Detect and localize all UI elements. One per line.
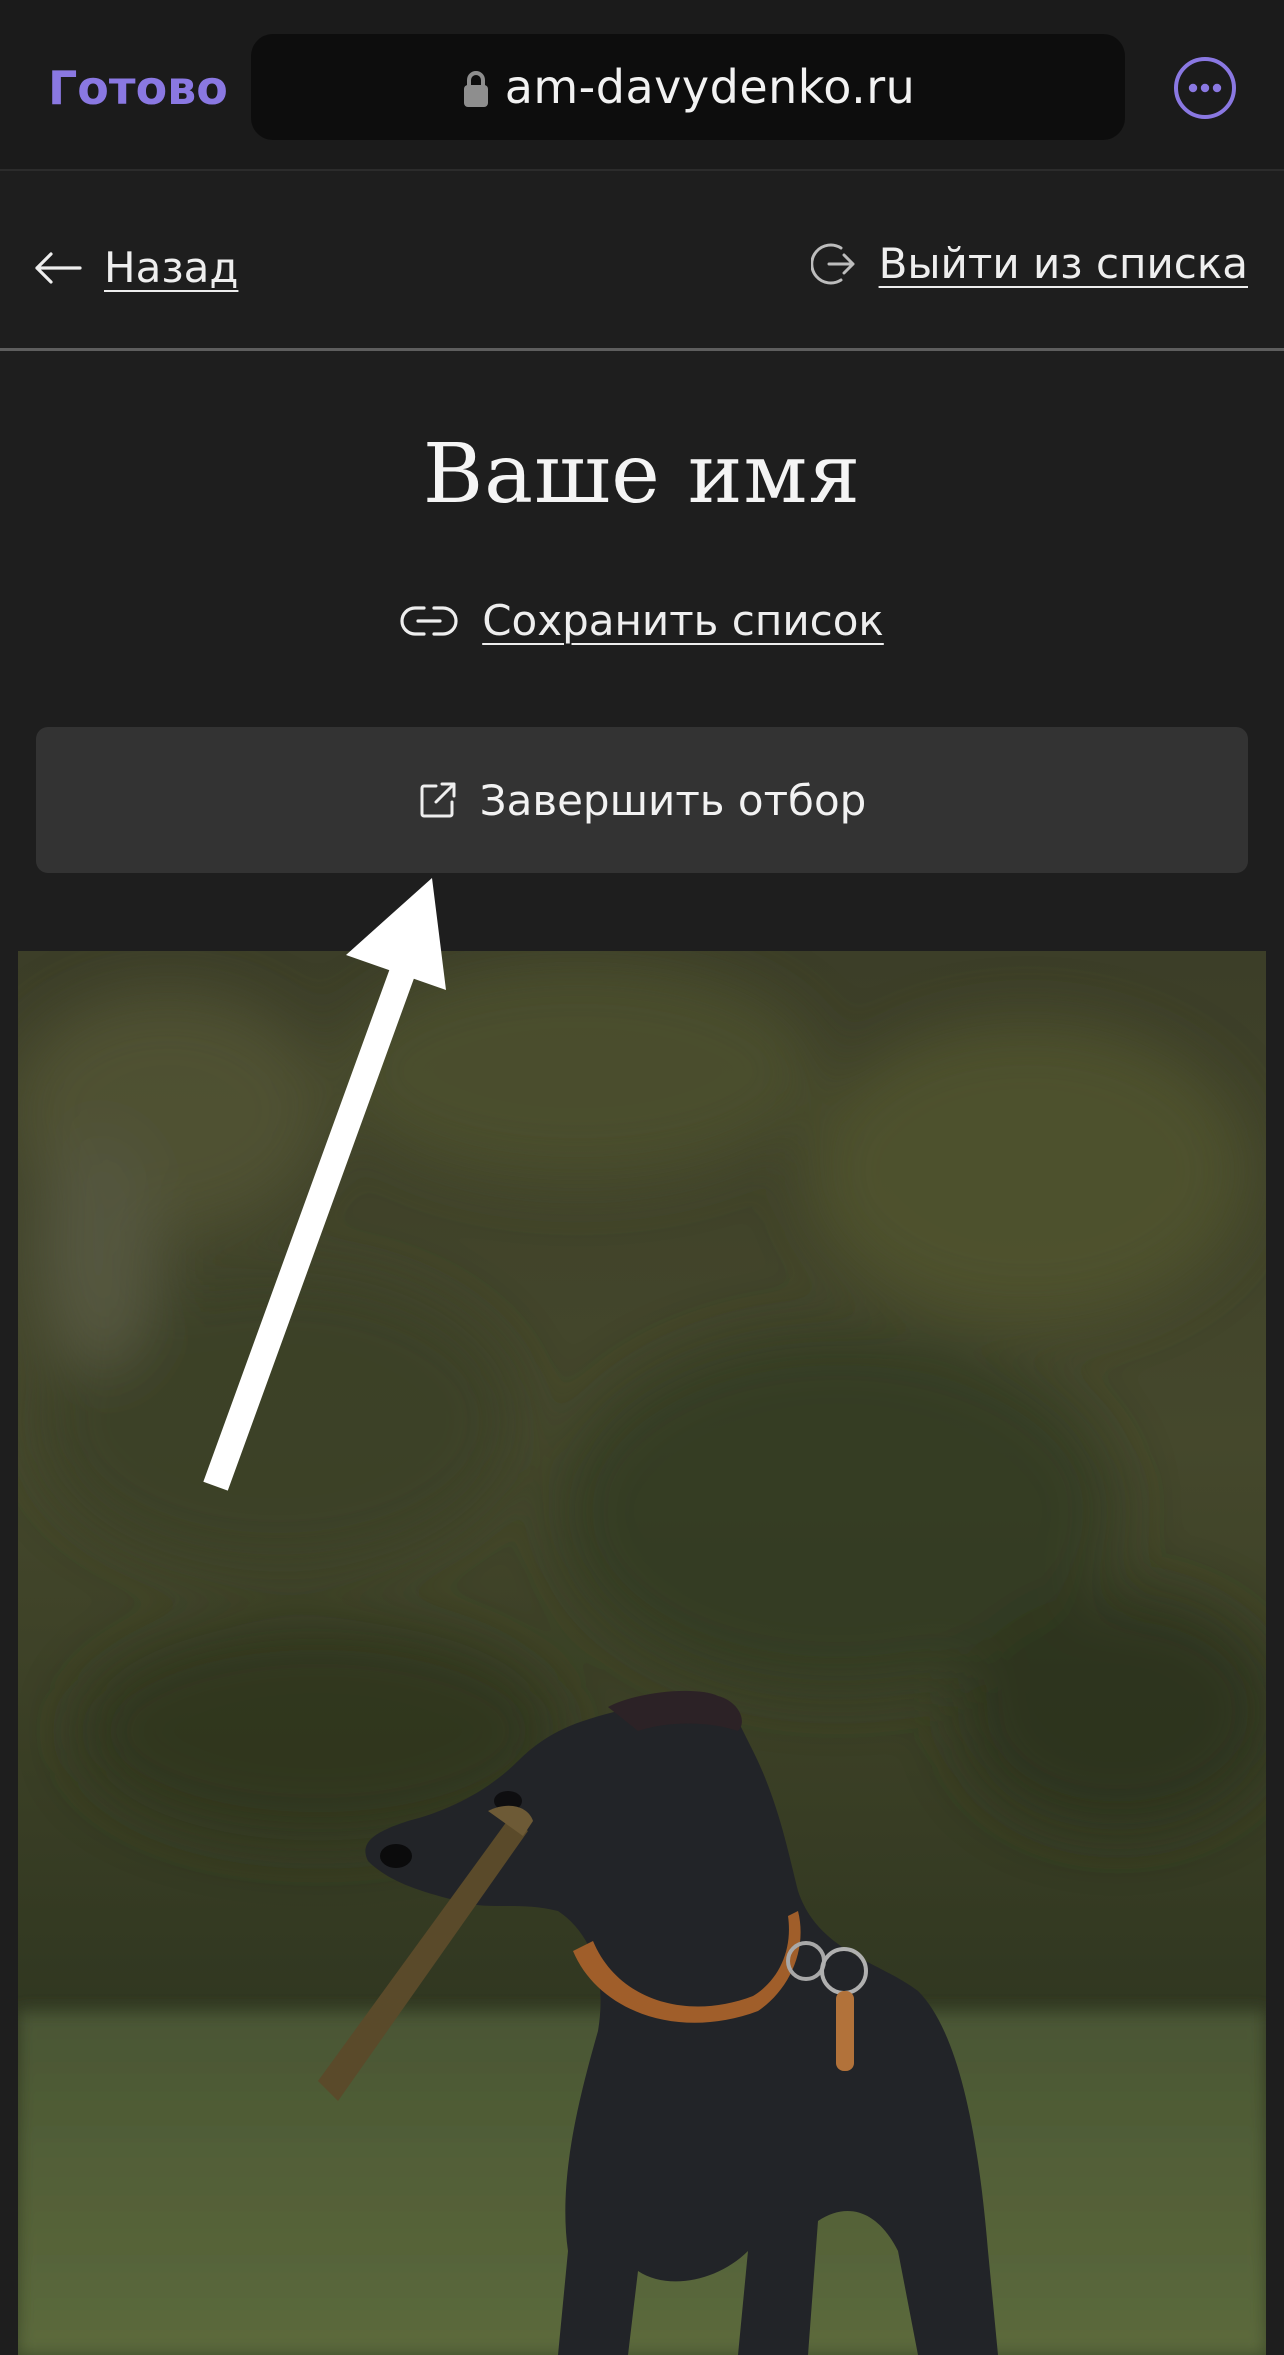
done-button[interactable]: Готово xyxy=(48,58,228,118)
lock-icon xyxy=(463,71,488,107)
arrow-left-icon xyxy=(35,251,82,284)
page-title: Ваше имя xyxy=(422,427,862,522)
exit-list-label: Выйти из списка xyxy=(878,239,1248,288)
finish-selection-label: Завершить отбор xyxy=(479,775,867,825)
dog-photo-image xyxy=(18,951,1266,2355)
link-icon xyxy=(400,605,458,636)
more-options-icon[interactable] xyxy=(1173,56,1237,120)
browser-toolbar: Готово am-davydenko.ru xyxy=(0,0,1284,171)
logout-icon xyxy=(810,243,855,284)
external-link-icon xyxy=(420,782,456,818)
address-bar[interactable]: am-davydenko.ru xyxy=(251,34,1125,140)
nav-row: Назад Выйти из списка xyxy=(0,171,1284,351)
back-link[interactable]: Назад xyxy=(34,243,238,292)
exit-list-link[interactable]: Выйти из списка xyxy=(810,239,1248,288)
back-label: Назад xyxy=(104,243,239,292)
finish-selection-button[interactable]: Завершить отбор xyxy=(36,727,1248,873)
save-list-label: Сохранить список xyxy=(482,596,884,645)
dog-photo[interactable] xyxy=(18,951,1266,2355)
save-list-link[interactable]: Сохранить список xyxy=(0,596,1284,645)
url-text: am-davydenko.ru xyxy=(504,60,916,114)
